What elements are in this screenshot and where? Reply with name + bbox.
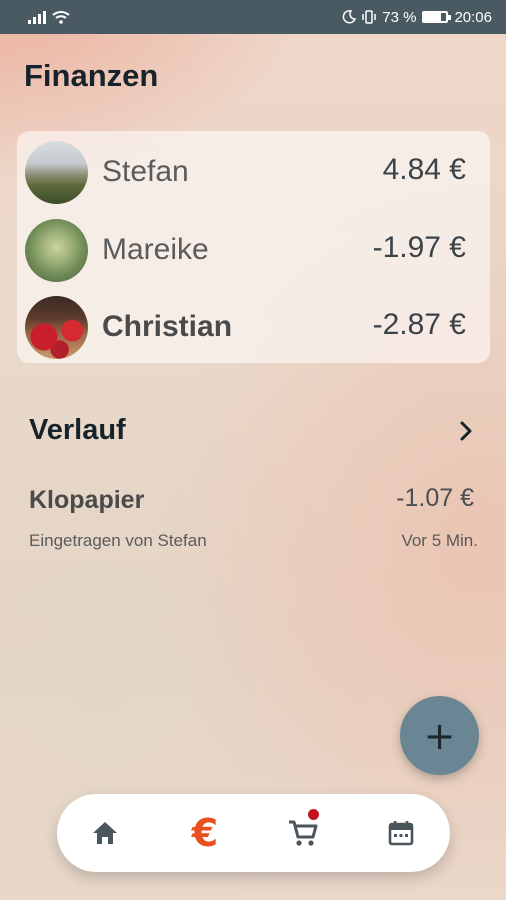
person-name: Mareike — [102, 233, 209, 266]
signal-icon — [28, 10, 46, 24]
history-item-title: Klopapier — [29, 486, 145, 514]
euro-icon: € — [191, 811, 219, 855]
balance-row-mareike[interactable]: Mareike -1.97 € — [17, 214, 490, 284]
avatar — [25, 141, 88, 204]
battery-icon — [422, 11, 452, 23]
person-name: Stefan — [102, 155, 189, 188]
moon-icon — [342, 10, 357, 24]
notification-badge — [308, 809, 319, 820]
add-entry-button[interactable]: + — [400, 696, 479, 775]
vibrate-icon — [362, 10, 376, 24]
nav-calendar[interactable] — [371, 794, 431, 872]
plus-icon: + — [423, 713, 456, 758]
battery-percent: 73 % — [382, 8, 417, 26]
nav-shopping[interactable] — [273, 794, 333, 872]
balance-row-christian[interactable]: Christian -2.87 € — [17, 291, 490, 361]
person-name: Christian — [102, 310, 233, 343]
nav-finances[interactable]: € — [175, 794, 235, 872]
history-item-author: Eingetragen von Stefan — [29, 531, 207, 550]
cart-icon — [289, 820, 318, 846]
clock: 20:06 — [454, 8, 492, 26]
wifi-icon — [52, 11, 70, 24]
person-balance: 4.84 € — [382, 153, 466, 186]
avatar — [25, 296, 88, 359]
person-balance: -1.97 € — [372, 231, 466, 264]
home-icon — [93, 822, 117, 844]
history-item-amount: -1.07 € — [396, 484, 474, 512]
chevron-right-icon[interactable] — [455, 420, 477, 442]
page-title: Finanzen — [24, 58, 159, 93]
status-bar: 73 % 20:06 — [0, 0, 506, 34]
nav-home[interactable] — [75, 794, 135, 872]
avatar — [25, 219, 88, 282]
calendar-icon — [388, 821, 414, 846]
history-title: Verlauf — [29, 414, 126, 446]
history-item-time: Vor 5 Min. — [401, 531, 478, 550]
balance-row-stefan[interactable]: Stefan 4.84 € — [17, 136, 490, 206]
person-balance: -2.87 € — [372, 308, 466, 341]
balance-card: Stefan 4.84 € Mareike -1.97 € Christian … — [17, 131, 490, 363]
bottom-navigation: € — [57, 794, 450, 872]
